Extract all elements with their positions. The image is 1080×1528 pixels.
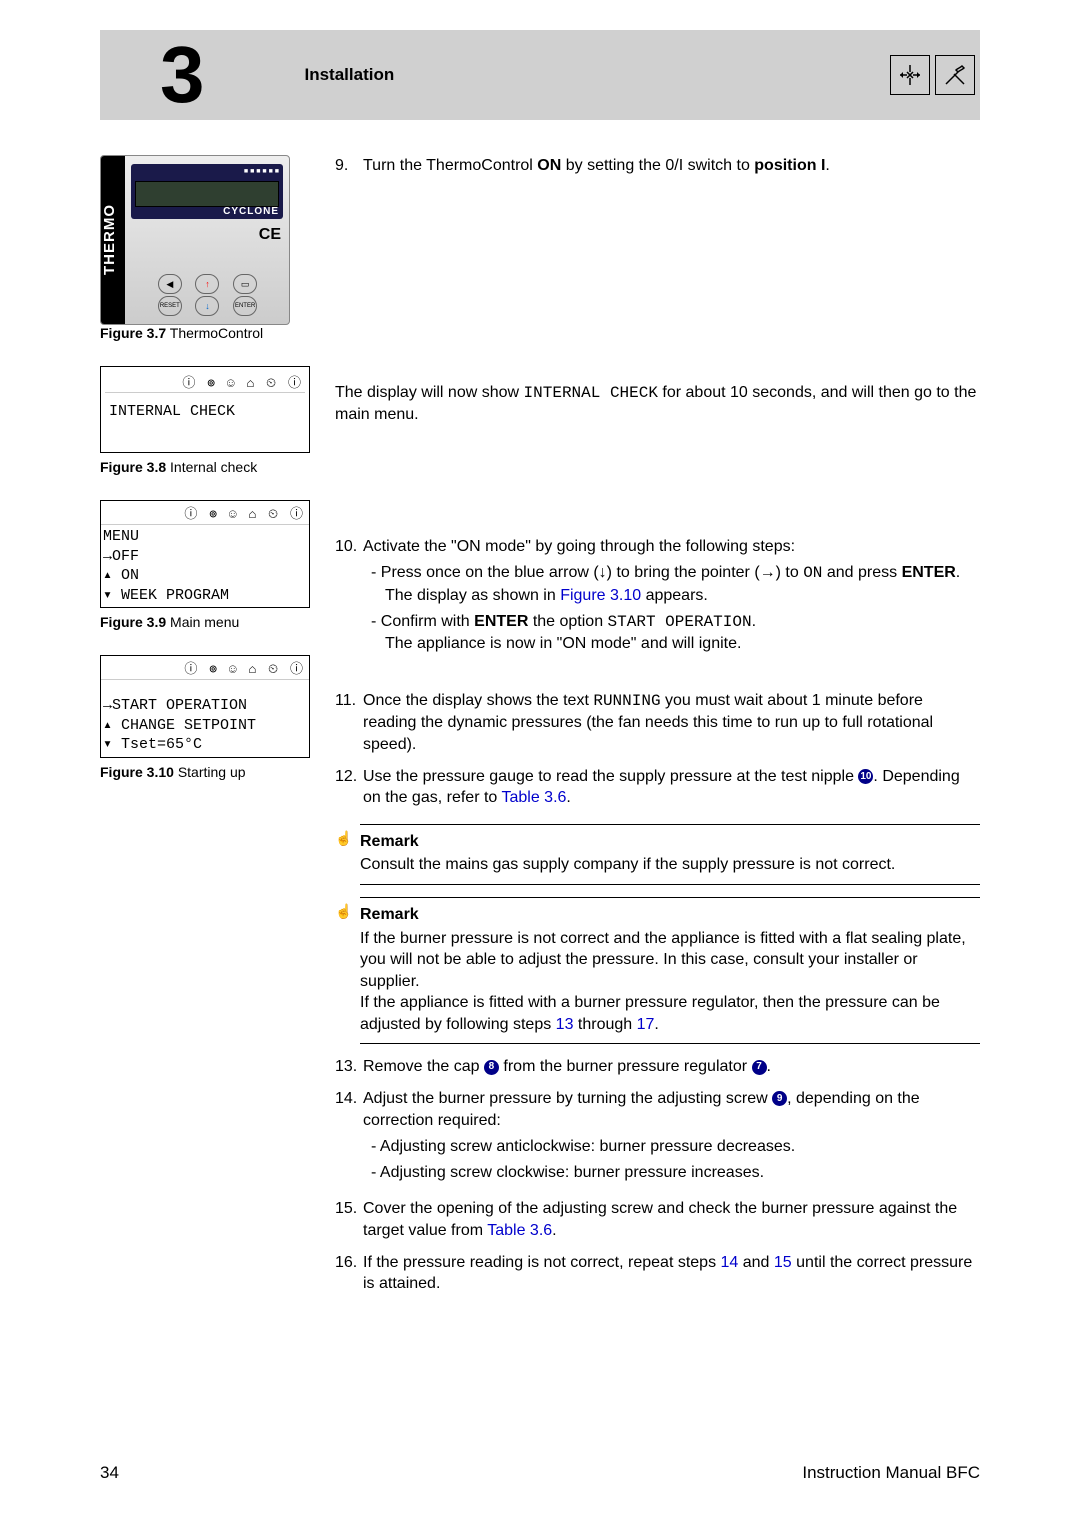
link-step-14[interactable]: 14: [721, 1254, 739, 1271]
step-16: 16. If the pressure reading is not corre…: [335, 1252, 980, 1295]
step-12: 12. Use the pressure gauge to read the s…: [335, 766, 980, 809]
figure-3-7: THERMO ■ ■ ■ ■ ■ ■ CYCLONE CE ◀↑▭ RESET↓…: [100, 155, 310, 341]
callout-7-icon: 7: [752, 1060, 767, 1075]
step-9: 9. Turn the ThermoControl ON by setting …: [335, 155, 980, 177]
remark-1: ☝ Remark Consult the mains gas supply co…: [360, 824, 980, 885]
chapter-number: 3: [160, 35, 205, 115]
page-footer: 34 Instruction Manual BFC: [100, 1463, 980, 1483]
step-14: 14. Adjust the burner pressure by turnin…: [335, 1088, 980, 1188]
remark-icon: ☝: [335, 902, 352, 921]
doc-title: Instruction Manual BFC: [802, 1463, 980, 1483]
callout-8-icon: 8: [484, 1060, 499, 1075]
installer-icon: [890, 55, 930, 95]
tools-icon: [935, 55, 975, 95]
link-step-15[interactable]: 15: [774, 1254, 792, 1271]
figure-3-9: ⓘ ⊚ ☺ ⌂ ⏲ ⓘ MENU →OFF ▴ ON ▾ WEEK PROGRA…: [100, 500, 310, 630]
callout-9-icon: 9: [772, 1091, 787, 1106]
link-step-17[interactable]: 17: [637, 1016, 655, 1033]
link-table-3-6-b[interactable]: Table 3.6: [487, 1222, 552, 1239]
step-13: 13. Remove the cap 8 from the burner pre…: [335, 1056, 980, 1078]
chapter-title: Installation: [305, 65, 395, 85]
link-figure-3-10[interactable]: Figure 3.10: [560, 587, 641, 604]
step-15: 15. Cover the opening of the adjusting s…: [335, 1198, 980, 1241]
figure-3-10: ⓘ ⊚ ☺ ⌂ ⏲ ⓘ →START OPERATION ▴ CHANGE SE…: [100, 655, 310, 780]
callout-10-icon: 10: [858, 769, 873, 784]
link-table-3-6[interactable]: Table 3.6: [501, 789, 566, 806]
intro-internal-check: The display will now show INTERNAL CHECK…: [335, 382, 980, 426]
page-number: 34: [100, 1463, 119, 1483]
thermo-brand: THERMO: [101, 156, 125, 324]
step-11: 11. Once the display shows the text RUNN…: [335, 690, 980, 756]
remark-icon: ☝: [335, 829, 352, 848]
remark-2: ☝ Remark If the burner pressure is not c…: [360, 897, 980, 1045]
chapter-header: 3 Installation: [100, 30, 980, 120]
figure-3-8: ⓘ ⊚ ☺ ⌂ ⏲ ⓘ INTERNAL CHECK Figure 3.8 In…: [100, 366, 310, 475]
link-step-13[interactable]: 13: [556, 1016, 574, 1033]
step-10: 10. Activate the "ON mode" by going thro…: [335, 536, 980, 660]
